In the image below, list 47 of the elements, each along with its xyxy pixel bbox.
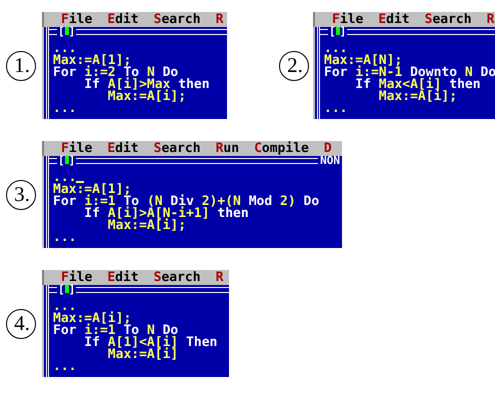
menu-item[interactable]: File — [61, 270, 92, 285]
code-line: ... — [53, 361, 78, 373]
menu-item[interactable]: File — [61, 141, 92, 156]
menu-item[interactable]: R — [216, 12, 224, 27]
figure-number: 4. — [6, 308, 36, 338]
menu-item[interactable]: Run — [216, 141, 240, 156]
code-line: Max:=A[i]; — [53, 313, 132, 325]
menu-item[interactable]: Edit — [107, 270, 139, 285]
menu-item[interactable]: Compile — [254, 141, 309, 156]
close-box[interactable]: [ ] — [57, 285, 76, 295]
menu-item[interactable]: File — [332, 12, 364, 27]
code-line: ... — [53, 301, 76, 313]
code-line: Max:=A[N]; — [324, 55, 404, 67]
code-line: Max:=A[1]; — [53, 184, 132, 196]
code-line: If A[1]<A[i] Then — [83, 337, 218, 349]
code-line: If A[i]>A[N-i+1] then — [83, 208, 250, 220]
code-line: Max:=A[i] — [106, 349, 180, 361]
code-line: ... — [53, 103, 78, 115]
code-line: If Max<A[i] then — [354, 79, 482, 91]
code-line: ... — [324, 43, 348, 55]
code-line: If A[i]>Max then — [83, 79, 211, 91]
close-box[interactable]: [ ] — [328, 27, 348, 37]
code-line: ... — [53, 172, 342, 184]
menu-item[interactable]: Edit — [107, 141, 139, 156]
menu-item[interactable]: R — [486, 12, 494, 27]
close-box[interactable]: [ ] — [57, 156, 76, 166]
code-line: ... — [53, 43, 76, 55]
menu-item[interactable]: R — [216, 270, 224, 285]
menu-item[interactable]: Search — [154, 141, 201, 156]
code-line: Max:=A[i]; — [378, 91, 458, 103]
code-line: ... — [53, 232, 78, 244]
menu-item[interactable]: Search — [424, 12, 472, 27]
code-line: Max:=A[1]; — [53, 55, 132, 67]
code-line: Max:=A[i]; — [106, 91, 188, 103]
close-box[interactable]: [ ] — [57, 27, 76, 37]
menu-item[interactable]: D — [324, 141, 332, 156]
menu-item[interactable]: Search — [154, 12, 201, 27]
menu-item[interactable]: Edit — [107, 12, 139, 27]
menu-item[interactable]: File — [61, 12, 92, 27]
code-line: ... — [324, 103, 348, 115]
menu-item[interactable]: Search — [154, 270, 201, 285]
figure-number: 3. — [6, 180, 36, 210]
status-text: NON — [318, 156, 342, 166]
figure-number: 1. — [6, 50, 36, 80]
figure-number: 2. — [279, 50, 309, 80]
code-line: Max:=A[i]; — [106, 220, 186, 232]
menu-item[interactable]: Edit — [378, 12, 410, 27]
